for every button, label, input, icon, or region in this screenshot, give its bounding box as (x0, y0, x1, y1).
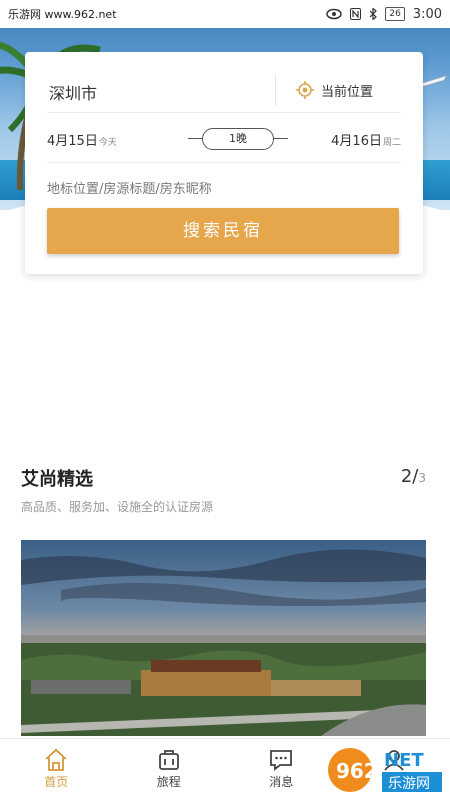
tab-trips-label: 旅程 (156, 775, 181, 789)
tab-home-label: 首页 (44, 775, 69, 789)
divider (47, 162, 401, 163)
nights-indicator: 1晚 (188, 128, 288, 150)
carousel-pager: 2/3 (401, 466, 426, 487)
tab-trips[interactable]: 旅程 (113, 739, 226, 800)
pager-total: 3 (418, 471, 426, 485)
current-location-button[interactable]: 当前位置 (295, 80, 373, 100)
divider (275, 74, 276, 106)
checkout-note: 周二 (382, 138, 401, 148)
tab-messages[interactable]: 消息 (225, 739, 338, 800)
pager-current: 2/ (400, 466, 419, 487)
status-bar: 乐游网 www.962.net 26 3:00 (0, 0, 450, 28)
message-icon (270, 750, 293, 771)
checkin-note: 今天 (98, 138, 117, 148)
section-title: 艾尚精选 (21, 469, 93, 490)
section-subtitle: 高品质、服务加、设施全的认证房源 (21, 500, 214, 514)
nfc-icon (350, 8, 362, 20)
status-icons: 26 3:00 (326, 7, 442, 22)
city-skyline-image (21, 540, 426, 736)
locate-icon (296, 81, 314, 99)
site-watermark-logo: 962 NET 乐游网 (328, 748, 442, 792)
checkin-date[interactable]: 4月15日今天 (47, 130, 117, 149)
watermark-suffix: NET (384, 750, 424, 771)
checkout-date[interactable]: 4月16日周二 (331, 130, 401, 149)
tab-messages-label: 消息 (269, 775, 294, 789)
home-icon (45, 748, 67, 771)
search-card: 深圳市 当前位置 4月15日今天 1晚 4月16日周二 地标位置/房源标题/房东… (25, 52, 423, 274)
luggage-icon (158, 750, 179, 770)
featured-listing-photo[interactable] (21, 540, 426, 736)
clock: 3:00 (412, 6, 442, 22)
status-watermark-text: 乐游网 www.962.net (8, 8, 117, 21)
checkout-date-text: 4月16日 (331, 134, 382, 149)
watermark-site: 乐游网 (388, 776, 430, 792)
bluetooth-icon (369, 8, 378, 20)
tab-home[interactable]: 首页 (0, 739, 113, 800)
current-location-label: 当前位置 (321, 84, 374, 100)
keyword-search-input[interactable]: 地标位置/房源标题/房东昵称 (47, 178, 212, 197)
checkin-date-text: 4月15日 (47, 134, 98, 149)
search-button[interactable]: 搜索民宿 (47, 208, 399, 254)
city-selector[interactable]: 深圳市 (49, 80, 97, 104)
nights-pill: 1晚 (202, 128, 274, 150)
watermark-brand: 962 (336, 759, 378, 783)
battery-indicator: 26 (385, 7, 405, 21)
divider (47, 112, 401, 113)
eye-icon (326, 8, 343, 20)
